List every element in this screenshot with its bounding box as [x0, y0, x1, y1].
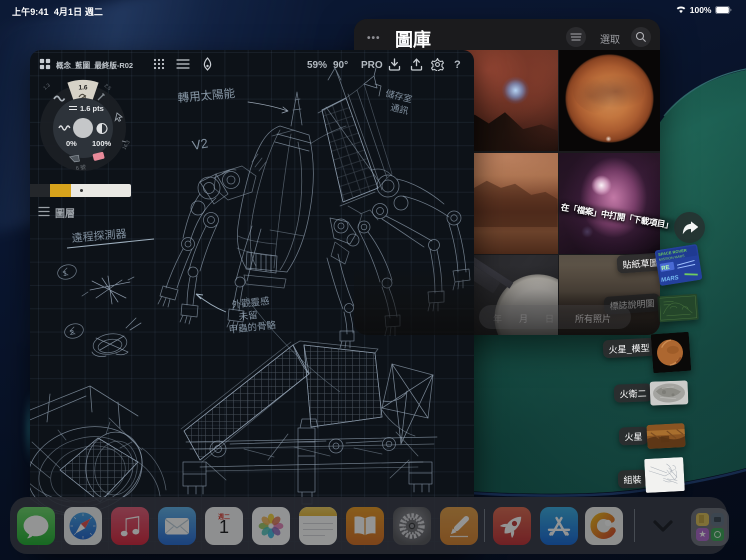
svg-text:儲存室: 儲存室: [385, 87, 414, 104]
svg-text:1.6: 1.6: [78, 85, 87, 92]
svg-text:通訊: 通訊: [390, 101, 410, 116]
svg-text:V2: V2: [191, 135, 209, 153]
svg-text:2: 2: [70, 330, 74, 337]
svg-text:未留: 未留: [238, 309, 258, 323]
svg-text:0%: 0%: [66, 139, 77, 148]
svg-text:1.3: 1.3: [42, 82, 51, 91]
svg-text:1: 1: [63, 271, 67, 278]
svg-text:1.6 pts: 1.6 pts: [80, 104, 104, 113]
svg-text:100%: 100%: [92, 139, 112, 148]
svg-text:RE: RE: [661, 265, 670, 272]
svg-text:轉用太陽能: 轉用太陽能: [177, 86, 236, 105]
svg-text:甲蟲的骨骼: 甲蟲的骨骼: [228, 319, 277, 336]
